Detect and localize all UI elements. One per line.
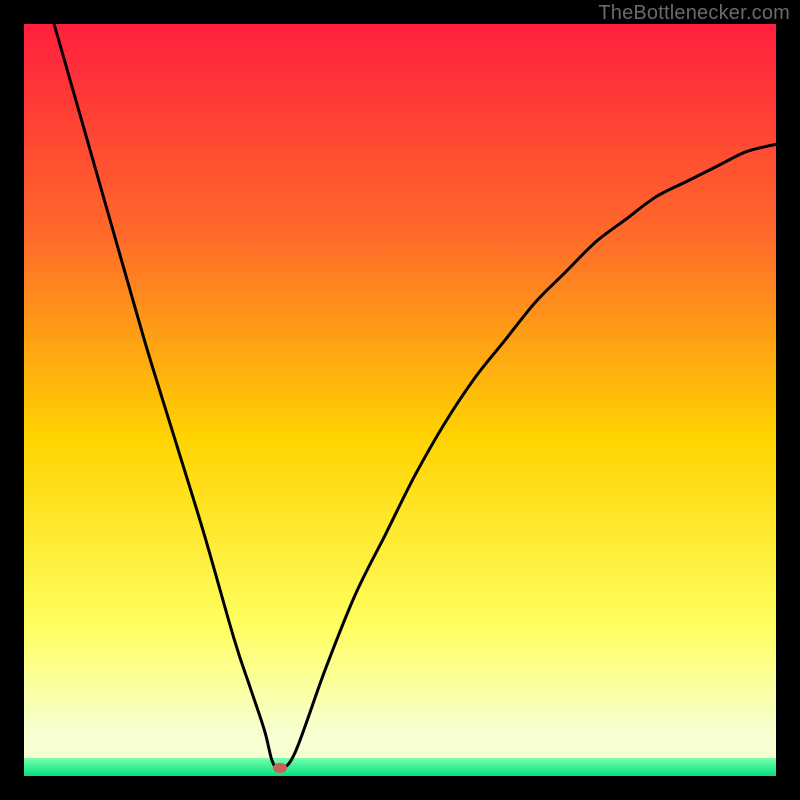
attribution-text: TheBottlenecker.com bbox=[598, 2, 790, 25]
bottleneck-curve bbox=[24, 24, 776, 776]
bottleneck-point-marker bbox=[273, 763, 287, 773]
chart-frame: TheBottlenecker.com bbox=[0, 0, 800, 800]
plot-area bbox=[24, 24, 776, 776]
